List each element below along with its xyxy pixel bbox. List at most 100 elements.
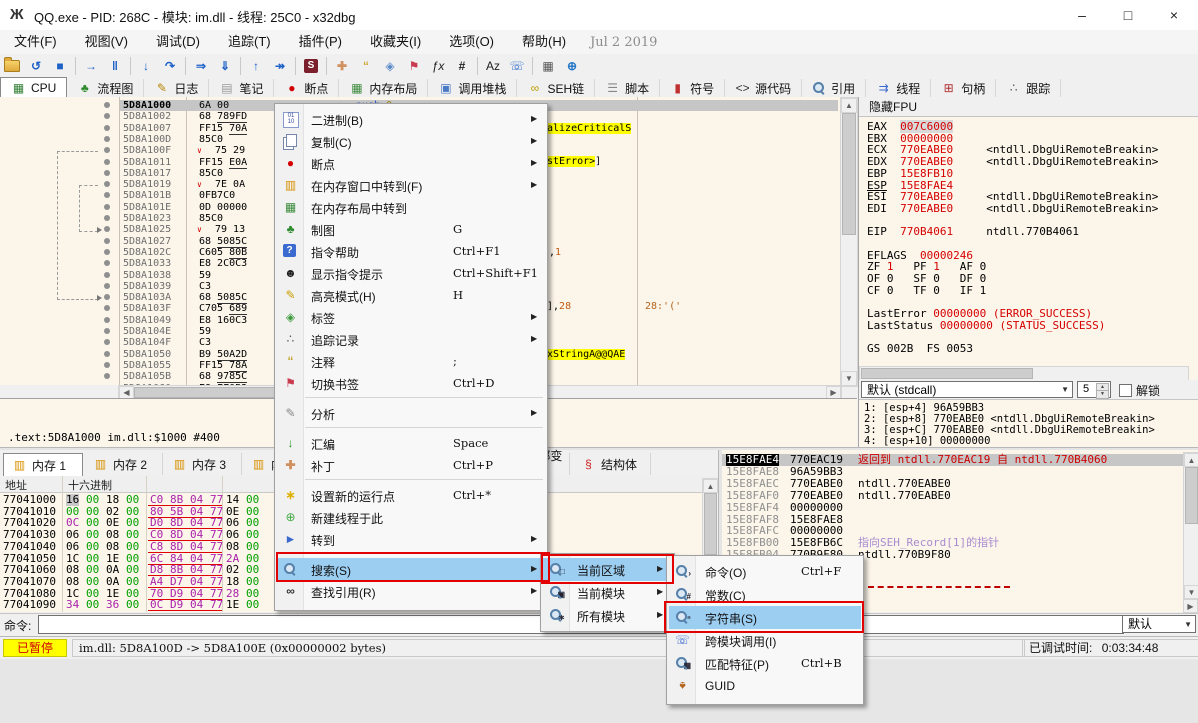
search-pattern[interactable]: ▦匹配特征(P)Ctrl+B <box>669 652 861 675</box>
patch-button[interactable]: ✚ <box>330 55 354 77</box>
menu-follow-in-dump[interactable]: ▥在内存窗口中转到(F)▶ <box>277 174 545 196</box>
menubar-item[interactable]: 文件(F) <box>0 30 71 54</box>
bookmark-button[interactable]: ⚑ <box>402 55 426 77</box>
breakpoint-dot-icon[interactable] <box>104 204 110 210</box>
scroll-thumb[interactable] <box>704 493 717 555</box>
breakpoint-dot-icon[interactable] <box>104 147 110 153</box>
tab-seh[interactable]: ∞SEH链 <box>517 79 595 97</box>
breakpoint-dot-icon[interactable] <box>104 113 110 119</box>
scroll-down-icon[interactable]: ▼ <box>841 371 857 386</box>
tab-script[interactable]: ☰脚本 <box>595 79 660 97</box>
menu-trace-record[interactable]: ∴追踪记录▶ <box>277 328 545 350</box>
register-line[interactable]: CF 0 TF 0 IF 1 <box>867 285 986 297</box>
breakpoint-dot-icon[interactable] <box>104 294 110 300</box>
scroll-up-icon[interactable]: ▲ <box>703 479 718 493</box>
stack-row[interactable]: 15E8FAF400000000 <box>722 502 1198 514</box>
menu-copy[interactable]: 复制(C)▶ <box>277 130 545 152</box>
menu-breakpoint[interactable]: ●断点▶ <box>277 152 545 174</box>
stack-row[interactable]: 15E8FAE896A59BB3 <box>722 466 1198 478</box>
stack-vscrollbar[interactable]: ▲ ▼ <box>1183 452 1198 600</box>
breakpoint-dot-icon[interactable] <box>104 192 110 198</box>
open-file-button[interactable] <box>0 55 24 77</box>
functions-button[interactable]: ƒx <box>426 55 450 77</box>
breakpoint-dot-icon[interactable] <box>104 102 110 108</box>
menubar-item[interactable]: 调试(D) <box>142 30 214 54</box>
menubar-item[interactable]: 插件(P) <box>285 30 356 54</box>
breakpoint-dot-icon[interactable] <box>104 238 110 244</box>
tab-memory-map[interactable]: ▦内存布局 <box>339 79 428 97</box>
breakpoint-dot-icon[interactable] <box>104 226 110 232</box>
breakpoint-dot-icon[interactable] <box>104 339 110 345</box>
register-line[interactable]: GS 002B FS 0053 <box>867 343 973 355</box>
tab-handles[interactable]: ⊞句柄 <box>931 79 996 97</box>
menubar-item[interactable]: 视图(V) <box>71 30 142 54</box>
tab-threads[interactable]: ⇉线程 <box>866 79 931 97</box>
menu-highlight-mode[interactable]: ✎高亮模式(H)H <box>277 284 545 306</box>
dump-tab-内存 3[interactable]: ▥内存 3 <box>164 453 242 475</box>
command-profile-select[interactable]: 默认 ▼ <box>1122 615 1196 633</box>
menu-analysis[interactable]: ✎分析▶ <box>277 402 545 424</box>
menu-search[interactable]: 搜索(S)▶ <box>277 558 545 580</box>
hash-button[interactable]: # <box>450 55 474 77</box>
menu-mnemonic-brief[interactable]: ☻显示指令提示Ctrl+Shift+F1 <box>277 262 545 284</box>
hide-fpu-header[interactable]: 隐藏FPU <box>859 97 1198 117</box>
pause-button[interactable]: ‖ <box>103 55 127 77</box>
breakpoint-dot-icon[interactable] <box>104 181 110 187</box>
tab-source[interactable]: <>源代码 <box>725 79 802 97</box>
xref-phone-button[interactable]: ☏ <box>505 55 529 77</box>
settings-button[interactable]: S <box>299 55 323 77</box>
run-button[interactable]: → <box>79 55 103 77</box>
tab-symbols[interactable]: ▮符号 <box>660 79 725 97</box>
menu-set-new-origin[interactable]: ∗设置新的运行点Ctrl+* <box>277 484 545 506</box>
execute-till-return-button[interactable]: ⇓ <box>213 55 237 77</box>
breakpoint-dot-icon[interactable] <box>104 159 110 165</box>
menu-goto[interactable]: ►转到▶ <box>277 528 545 550</box>
spin-down-icon[interactable]: ▼ <box>1096 390 1109 399</box>
minimize-button[interactable]: – <box>1059 0 1105 30</box>
menubar-item[interactable]: 追踪(T) <box>214 30 285 54</box>
stack-row[interactable]: 15E8FAEC770EABE0ntdll.770EABE0 <box>722 478 1198 490</box>
breakpoint-dot-icon[interactable] <box>104 351 110 357</box>
stack-row[interactable]: 15E8FAF0770EABE0ntdll.770EABE0 <box>722 490 1198 502</box>
label-button[interactable]: ◈ <box>378 55 402 77</box>
breakpoint-dot-icon[interactable] <box>104 260 110 266</box>
breakpoint-dot-icon[interactable] <box>104 328 110 334</box>
tab-trace[interactable]: ∴跟踪 <box>996 79 1061 97</box>
menu-toggle-bookmark[interactable]: ⚑切换书签Ctrl+D <box>277 372 545 394</box>
run-to-user-code-button[interactable]: ↠ <box>268 55 292 77</box>
breakpoint-dot-icon[interactable] <box>104 170 110 176</box>
menubar-item[interactable]: 选项(O) <box>435 30 508 54</box>
scroll-right-icon[interactable]: ▶ <box>1183 599 1198 613</box>
submenu-current-module[interactable]: ▣当前模块▶ <box>543 581 672 604</box>
menu-graph[interactable]: ♣制图G <box>277 218 545 240</box>
menu-binary[interactable]: 0110二进制(B)▶ <box>277 108 545 130</box>
stop-button[interactable]: ■ <box>48 55 72 77</box>
scroll-thumb[interactable] <box>861 368 1033 379</box>
step-over-button[interactable]: ↷ <box>158 55 182 77</box>
trace-into-button[interactable]: ⇒ <box>189 55 213 77</box>
breakpoint-dot-icon[interactable] <box>104 385 110 386</box>
step-into-button[interactable]: ↓ <box>134 55 158 77</box>
search-intermodular-calls[interactable]: ☏跨模块调用(I) <box>669 629 861 652</box>
restart-button[interactable]: ↺ <box>24 55 48 77</box>
checkbox-icon[interactable] <box>1119 384 1132 397</box>
disasm-vscrollbar[interactable]: ▲ ▼ <box>840 97 858 387</box>
tab-call-stack[interactable]: ▣调用堆栈 <box>428 79 517 97</box>
breakpoint-dot-icon[interactable] <box>104 305 110 311</box>
breakpoint-dot-icon[interactable] <box>104 317 110 323</box>
submenu-current-region[interactable]: □当前区域▶ <box>543 558 672 581</box>
unlock-checkbox[interactable]: 解锁 <box>1119 382 1160 399</box>
menu-find-references[interactable]: ∞查找引用(R)▶ <box>277 580 545 602</box>
register-line[interactable]: EIP 770B4061 ntdll.770B4061 <box>867 226 1079 238</box>
menu-assemble[interactable]: ↓汇编Space <box>277 432 545 454</box>
strings-button[interactable]: Az <box>481 55 505 77</box>
search-constant[interactable]: #常数(C) <box>669 583 861 606</box>
tab-cpu[interactable]: ▦CPU <box>0 77 67 98</box>
breakpoint-dot-icon[interactable] <box>104 125 110 131</box>
breakpoint-dot-icon[interactable] <box>104 362 110 368</box>
search-string[interactable]: “字符串(S) <box>669 606 861 629</box>
search-command[interactable]: ›命令(O)Ctrl+F <box>669 560 861 583</box>
scroll-down-icon[interactable]: ▼ <box>1184 585 1198 599</box>
breakpoint-dot-icon[interactable] <box>104 272 110 278</box>
menubar-item[interactable]: 帮助(H) <box>508 30 580 54</box>
